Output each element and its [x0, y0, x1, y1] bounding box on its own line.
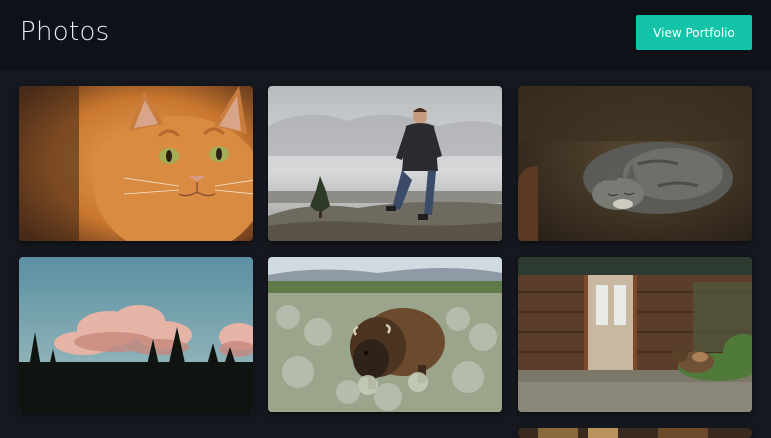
partial-photo: [518, 428, 752, 438]
photo-card-bison[interactable]: [268, 257, 502, 412]
clouds-photo: [19, 257, 253, 412]
app-header: Photos View Portfolio: [0, 0, 771, 70]
man-on-cliff-photo: [268, 86, 502, 241]
view-portfolio-button[interactable]: View Portfolio: [636, 15, 752, 50]
page-title: Photos: [20, 17, 110, 47]
photo-card-kitten[interactable]: [19, 86, 253, 241]
photo-card-sleeping-cat[interactable]: [518, 86, 752, 241]
sleeping-cat-photo: [518, 86, 752, 241]
kitten-photo: [19, 86, 253, 241]
photo-card-clouds[interactable]: [19, 257, 253, 412]
bison-photo: [268, 257, 502, 412]
photo-grid: [0, 70, 771, 438]
photo-card-cat-by-cabin[interactable]: [518, 257, 752, 412]
photo-card-man-on-cliff[interactable]: [268, 86, 502, 241]
cat-by-cabin-photo: [518, 257, 752, 412]
photo-card-partial[interactable]: [518, 428, 752, 438]
